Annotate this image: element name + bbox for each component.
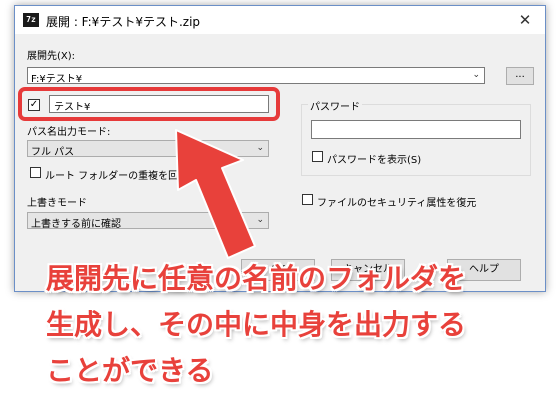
annotation-line-3: ことができる	[46, 354, 214, 387]
annotation-arrow	[175, 129, 256, 259]
annotation-line-1: 展開先に任意の名前のフォルダを	[46, 262, 467, 295]
annotation-line-2: 生成し、その中に中身を出力する	[46, 308, 467, 341]
arrow-shape	[175, 129, 256, 259]
